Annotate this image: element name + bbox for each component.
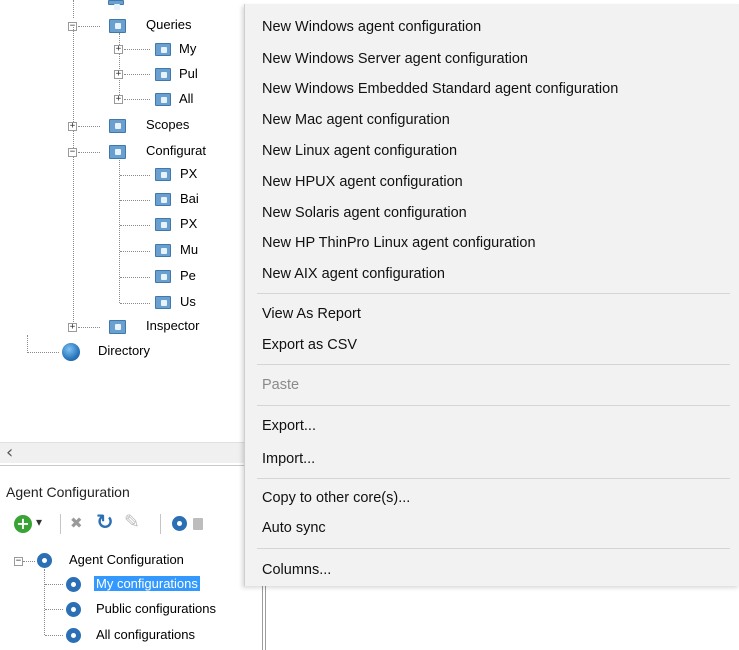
monitor-folder-icon [155,244,171,257]
menu-item-new-hpux[interactable]: New HPUX agent configuration [262,173,463,191]
menu-item-new-windows-embedded[interactable]: New Windows Embedded Standard agent conf… [262,80,618,98]
menu-separator [257,293,730,294]
expand-toggle[interactable]: + [114,95,123,104]
tree-item-config-5[interactable]: Pe [180,268,196,284]
tree-item-my-queries[interactable]: My [179,41,196,57]
monitor-folder-icon [155,193,171,206]
menu-item-import[interactable]: Import... [262,450,315,468]
folder-icon [108,0,124,10]
monitor-folder-icon [155,270,171,283]
tree-item-configuration[interactable]: Configurat [146,143,206,159]
tree-item-directory[interactable]: Directory [98,343,150,359]
tree-item-public-configurations[interactable]: Public configurations [96,601,216,617]
panel-title: Agent Configuration [6,484,130,500]
menu-item-new-hp-thinpro[interactable]: New HP ThinPro Linux agent configuration [262,234,536,252]
folder-icon [155,43,171,56]
tree-item-config-4[interactable]: Mu [180,242,198,258]
expand-toggle[interactable]: + [114,45,123,54]
monitor-folder-icon [155,168,171,181]
tree-item-inspector[interactable]: Inspector [146,318,199,334]
refresh-icon[interactable]: ↻ [96,510,114,534]
menu-item-new-solaris[interactable]: New Solaris agent configuration [262,204,467,222]
selected-label: My configurations [94,576,200,591]
collapse-toggle[interactable]: − [14,557,23,566]
globe-icon [62,343,80,361]
tree-item-all-queries[interactable]: All [179,91,193,107]
menu-item-paste: Paste [262,377,300,393]
tree-item-all-configurations[interactable]: All configurations [96,627,195,643]
menu-separator [257,548,730,549]
inspector-icon [109,320,126,334]
add-icon[interactable]: + [14,515,32,533]
scopes-icon [109,119,126,133]
chevron-down-icon[interactable]: ▾ [36,515,42,529]
tree-item-config-1[interactable]: PX [180,166,197,182]
menu-separator [257,478,730,479]
menu-item-export-csv[interactable]: Export as CSV [262,336,357,354]
menu-item-new-aix[interactable]: New AIX agent configuration [262,265,445,283]
tree-item-my-configurations[interactable]: My configurations [94,576,200,592]
context-menu: New Windows agent configuration New Wind… [244,4,739,586]
folder-icon [155,93,171,106]
expand-toggle[interactable]: + [114,70,123,79]
settings-icon[interactable] [172,516,187,531]
menu-item-columns[interactable]: Columns... [262,561,331,579]
tree-item-config-3[interactable]: PX [180,216,197,232]
tree-item-queries[interactable]: Queries [146,17,192,33]
monitor-folder-icon [155,296,171,309]
menu-item-new-windows-server[interactable]: New Windows Server agent configuration [262,50,528,68]
expand-toggle[interactable]: + [68,323,77,332]
menu-item-new-linux[interactable]: New Linux agent configuration [262,142,457,160]
delete-icon[interactable]: ✖ [70,514,83,532]
configuration-folder-icon [109,145,126,159]
menu-item-new-mac[interactable]: New Mac agent configuration [262,111,450,129]
menu-item-view-as-report[interactable]: View As Report [262,305,361,323]
configuration-icon [66,628,81,643]
monitor-folder-icon [155,218,171,231]
tree-item-scopes[interactable]: Scopes [146,117,189,133]
tree-item-config-6[interactable]: Us [180,294,196,310]
scroll-left-icon[interactable]: ‹ [6,442,13,463]
agent-configuration-icon [37,553,52,568]
folder-icon [155,68,171,81]
tree-item-agent-configuration[interactable]: Agent Configuration [69,552,184,568]
menu-item-auto-sync[interactable]: Auto sync [262,519,326,537]
configuration-icon [66,577,81,592]
configuration-icon [66,602,81,617]
toolbar-extra-icon[interactable] [193,518,203,530]
edit-icon[interactable]: ✎ [124,511,140,533]
tree-item-public-queries[interactable]: Pul [179,66,198,82]
menu-item-export[interactable]: Export... [262,417,316,435]
folder-icon [109,19,126,33]
menu-item-new-windows[interactable]: New Windows agent configuration [262,18,481,36]
menu-separator [257,405,730,406]
tree-item-config-2[interactable]: Bai [180,191,199,207]
collapse-toggle[interactable]: − [68,148,77,157]
expand-toggle[interactable]: + [68,122,77,131]
menu-separator [257,364,730,365]
menu-item-copy-to-other-cores[interactable]: Copy to other core(s)... [262,489,410,507]
horizontal-scrollbar[interactable]: ‹ [0,442,262,463]
